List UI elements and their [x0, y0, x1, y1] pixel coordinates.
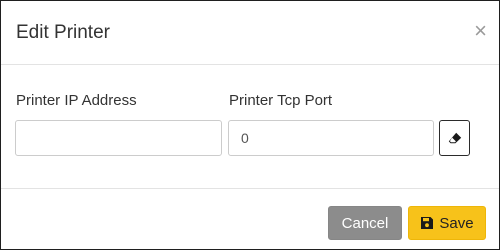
dialog-header: Edit Printer ×: [1, 1, 499, 65]
clear-port-button[interactable]: [439, 120, 470, 156]
cancel-button-label: Cancel: [341, 214, 389, 232]
save-button[interactable]: Save: [408, 206, 486, 240]
dialog-title: Edit Printer: [16, 22, 110, 43]
printer-port-input[interactable]: [228, 120, 434, 156]
floppy-disk-icon: [420, 216, 434, 230]
cancel-button[interactable]: Cancel: [328, 206, 402, 240]
close-icon[interactable]: ×: [474, 19, 487, 43]
save-button-label: Save: [439, 214, 474, 232]
eraser-icon: [448, 132, 461, 144]
printer-port-label: Printer Tcp Port: [229, 92, 333, 109]
printer-ip-input[interactable]: [15, 120, 222, 156]
footer-divider: [1, 188, 499, 189]
printer-ip-label: Printer IP Address: [16, 92, 137, 109]
edit-printer-dialog: Edit Printer × Printer IP Address Printe…: [0, 0, 500, 250]
